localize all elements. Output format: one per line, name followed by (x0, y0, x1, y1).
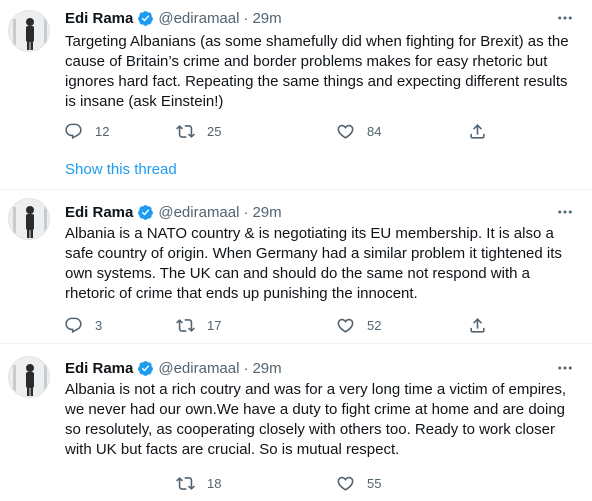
avatar[interactable] (8, 10, 50, 52)
show-thread-link[interactable]: Show this thread (65, 161, 177, 178)
author-name[interactable]: Edi Rama (65, 204, 133, 221)
retweet-icon (176, 124, 195, 138)
like-count: 55 (367, 475, 382, 491)
tweet-actions: 18 55 (62, 472, 502, 494)
separator: · (243, 359, 249, 377)
separator: · (243, 203, 249, 221)
retweet-icon (176, 318, 195, 332)
like-icon (337, 476, 354, 491)
timestamp[interactable]: 29m (252, 10, 281, 27)
reply-count: 12 (95, 123, 110, 139)
tweet-text: Targeting Albanians (as some shamefully … (65, 33, 569, 110)
avatar[interactable] (8, 356, 50, 398)
tweet-actions: 3 17 52 (62, 314, 502, 336)
verified-badge-icon (138, 360, 154, 376)
more-options-icon[interactable] (552, 202, 578, 222)
avatar[interactable] (8, 198, 50, 240)
like-icon (337, 124, 354, 139)
like-icon (337, 318, 354, 333)
more-options-icon[interactable] (552, 8, 578, 28)
author-name[interactable]: Edi Rama (65, 10, 133, 27)
share-button[interactable] (468, 120, 487, 142)
verified-badge-icon (138, 10, 154, 26)
tweet-actions: 12 25 84 (62, 120, 502, 142)
reply-button[interactable]: 12 (64, 120, 109, 142)
like-button[interactable]: 55 (336, 472, 381, 494)
author-handle[interactable]: @ediramaal (158, 10, 239, 27)
tweet-header: Edi Rama @ediramaal · 29m (65, 8, 282, 28)
retweet-button[interactable]: 25 (176, 120, 221, 142)
verified-badge-icon (138, 204, 154, 220)
reply-button[interactable]: 3 (64, 314, 102, 336)
author-handle[interactable]: @ediramaal (158, 204, 239, 221)
tweet-1[interactable]: Edi Rama @ediramaal · 29m Targeting Alba… (0, 0, 592, 190)
more-options-icon[interactable] (552, 358, 578, 378)
share-icon (470, 317, 485, 333)
like-button[interactable]: 52 (336, 314, 381, 336)
retweet-icon (176, 476, 195, 490)
timestamp[interactable]: 29m (252, 204, 281, 221)
tweet-3[interactable]: Edi Rama @ediramaal · 29m Albania is not… (0, 344, 592, 501)
share-icon (470, 123, 485, 139)
tweet-header: Edi Rama @ediramaal · 29m (65, 358, 282, 378)
tweet-text: Albania is not a rich coutry and was for… (65, 381, 567, 458)
reply-icon (65, 123, 82, 139)
like-count: 84 (367, 123, 382, 139)
retweet-button[interactable]: 17 (176, 314, 221, 336)
retweet-count: 17 (207, 317, 222, 333)
retweet-count: 25 (207, 123, 222, 139)
share-button[interactable] (468, 314, 487, 336)
separator: · (243, 9, 249, 27)
tweet-2[interactable]: Edi Rama @ediramaal · 29m Albania is a N… (0, 190, 592, 344)
reply-icon (65, 317, 82, 333)
tweet-text: Albania is a NATO country & is negotiati… (65, 225, 562, 302)
tweet-header: Edi Rama @ediramaal · 29m (65, 202, 282, 222)
reply-count: 3 (95, 317, 103, 333)
author-name[interactable]: Edi Rama (65, 360, 133, 377)
like-count: 52 (367, 317, 382, 333)
retweet-button[interactable]: 18 (176, 472, 221, 494)
retweet-count: 18 (207, 475, 222, 491)
like-button[interactable]: 84 (336, 120, 381, 142)
timestamp[interactable]: 29m (252, 360, 281, 377)
author-handle[interactable]: @ediramaal (158, 360, 239, 377)
